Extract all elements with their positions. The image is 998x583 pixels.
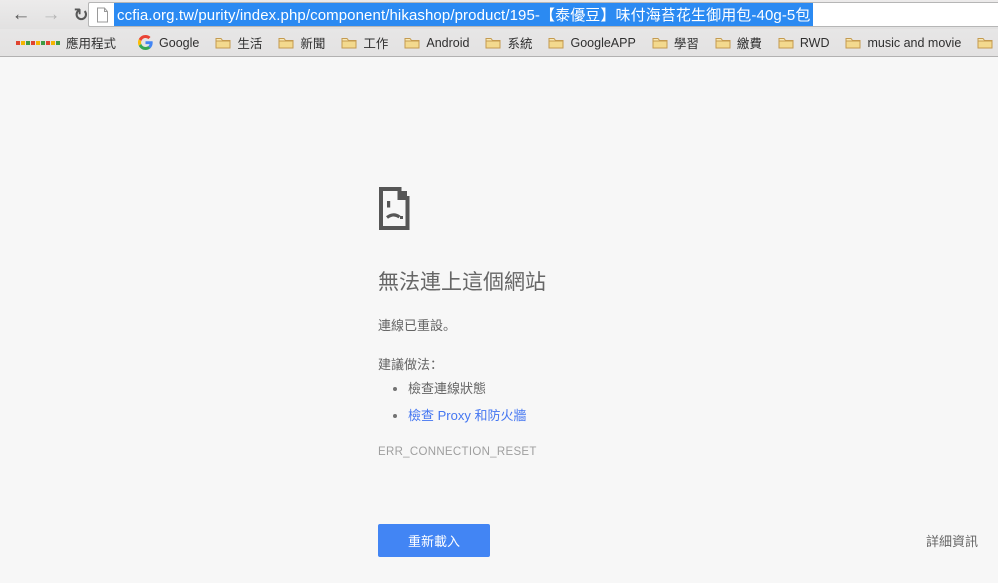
folder-icon <box>404 36 420 49</box>
apps-grid-icon <box>16 41 60 45</box>
address-bar[interactable]: ccfia.org.tw/purity/index.php/component/… <box>88 2 998 27</box>
sad-page-icon <box>378 186 411 231</box>
error-title: 無法連上這個網站 <box>378 270 978 296</box>
bookmark-label: music and movie <box>867 36 961 50</box>
bookmark-label: 生活 <box>237 33 262 52</box>
bookmark-folder-rwd[interactable]: RWD <box>770 33 838 53</box>
bookmark-folder-android[interactable]: Android <box>396 33 477 53</box>
reload-page-button[interactable]: 重新載入 <box>378 524 490 557</box>
suggestion-item: 檢查 Proxy 和防火牆 <box>408 407 978 424</box>
suggestion-link-proxy-firewall[interactable]: 檢查 Proxy 和防火牆 <box>408 408 526 423</box>
folder-icon <box>485 36 501 49</box>
bookmark-folder-life[interactable]: 生活 <box>207 30 270 55</box>
bookmark-folder-tools[interactable]: 工具程式 <box>969 30 998 55</box>
folder-icon <box>652 36 668 49</box>
folder-icon <box>278 36 294 49</box>
page-document-icon <box>96 7 109 23</box>
folder-icon <box>977 36 993 49</box>
bookmark-label: Google <box>159 36 199 50</box>
folder-icon <box>548 36 564 49</box>
back-icon[interactable]: ← <box>6 2 36 28</box>
suggestions-label: 建議做法： <box>378 357 978 372</box>
browser-toolbar: ← → ↻ ccfia.org.tw/purity/index.php/comp… <box>0 0 998 29</box>
folder-icon <box>215 36 231 49</box>
suggestion-item: 檢查連線狀態 <box>408 380 978 397</box>
suggestions-list: 檢查連線狀態 檢查 Proxy 和防火牆 <box>378 380 978 424</box>
folder-icon <box>341 36 357 49</box>
bookmarks-bar: 應用程式 Google 生活 新聞 <box>0 29 998 57</box>
url-input[interactable]: ccfia.org.tw/purity/index.php/component/… <box>114 2 813 27</box>
bookmark-label: 工作 <box>363 33 388 52</box>
bookmark-item-apps[interactable]: 應用程式 <box>8 30 124 55</box>
google-g-icon <box>138 35 153 50</box>
bookmark-folder-study[interactable]: 學習 <box>644 30 707 55</box>
browser-window: ← → ↻ ccfia.org.tw/purity/index.php/comp… <box>0 0 998 583</box>
bookmark-folder-system[interactable]: 系統 <box>477 30 540 55</box>
folder-icon <box>845 36 861 49</box>
bookmark-folder-music-and-movie[interactable]: music and movie <box>837 33 969 53</box>
error-page: 無法連上這個網站 連線已重設。 建議做法： 檢查連線狀態 檢查 Proxy 和防… <box>0 58 998 583</box>
bookmark-label: 系統 <box>507 33 532 52</box>
bookmark-label: 學習 <box>674 33 699 52</box>
bookmark-label: GoogleAPP <box>570 36 635 50</box>
bookmark-folder-googleapp[interactable]: GoogleAPP <box>540 33 643 53</box>
bookmark-label: 新聞 <box>300 33 325 52</box>
bookmark-label: RWD <box>800 36 830 50</box>
forward-icon[interactable]: → <box>36 2 66 28</box>
bookmark-item-google[interactable]: Google <box>130 32 207 53</box>
bookmark-folder-news[interactable]: 新聞 <box>270 30 333 55</box>
bookmark-label: Android <box>426 36 469 50</box>
bookmark-folder-work[interactable]: 工作 <box>333 30 396 55</box>
details-button[interactable]: 詳細資訊 <box>926 531 978 550</box>
bookmark-label: 繳費 <box>737 33 762 52</box>
bookmark-folder-payment[interactable]: 繳費 <box>707 30 770 55</box>
error-message: 連線已重設。 <box>378 318 978 333</box>
bookmark-label: 應用程式 <box>66 33 116 52</box>
error-actions: 重新載入 詳細資訊 <box>378 524 978 557</box>
error-code: ERR_CONNECTION_RESET <box>378 446 978 459</box>
folder-icon <box>778 36 794 49</box>
folder-icon <box>715 36 731 49</box>
